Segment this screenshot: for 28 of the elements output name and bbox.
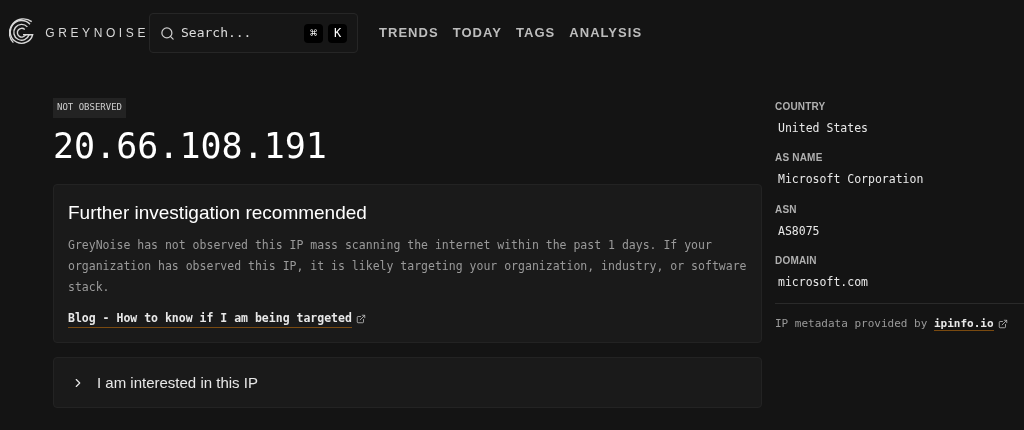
metadata-value: United States <box>777 120 869 137</box>
nav-link[interactable]: TRENDS <box>379 23 439 43</box>
nav-link[interactable]: ANALYSIS <box>569 23 643 43</box>
notice-title: Further investigation recommended <box>68 200 368 225</box>
metadata-value: Microsoft Corporation <box>777 171 925 189</box>
brand-name: GREYNOISE <box>45 25 149 42</box>
search-field[interactable]: Search... ⌘ K <box>149 13 358 53</box>
metadata-label: ASN <box>775 202 798 217</box>
metadata-label: COUNTRY <box>775 100 827 114</box>
blog-link[interactable]: Blog - How to know if I am being targeted <box>68 310 352 329</box>
status-badge: NOT OBSERVED <box>53 98 127 118</box>
metadata-value: AS8075 <box>777 222 821 240</box>
ip-address: 20.66.108.191 <box>53 128 328 164</box>
metadata-label: AS NAME <box>775 151 824 166</box>
notice-text: GreyNoise has not observed this IP mass scanning the internet within the past 1 days. If your organization has observed this IP, it is likely targeting your organization, industry, or software stack. <box>68 237 747 296</box>
search-placeholder: Search... <box>181 24 253 43</box>
attribution-text: IP metadata provided by ipinfo.io <box>775 316 994 333</box>
search-icon <box>160 25 175 41</box>
shortcut-key: ⌘ <box>304 23 323 43</box>
metadata-value: microsoft.com <box>777 273 869 291</box>
external-link-icon <box>997 319 1008 330</box>
metadata-label: DOMAIN <box>775 253 818 268</box>
interest-accordion[interactable]: I am interested in this IP <box>53 357 762 409</box>
ipinfo-link[interactable]: ipinfo.io <box>933 317 994 331</box>
nav-link[interactable]: TODAY <box>452 23 502 43</box>
shortcut-key: K <box>328 23 347 43</box>
nav-link[interactable]: TAGS <box>515 23 556 43</box>
external-link-icon <box>355 314 366 325</box>
